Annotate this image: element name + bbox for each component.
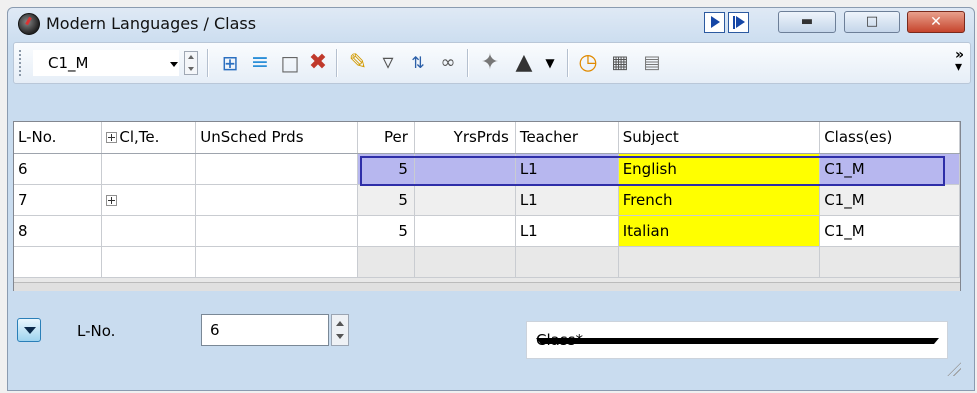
col-header-classes[interactable]: Class(es) bbox=[819, 122, 960, 154]
cell-empty[interactable] bbox=[357, 246, 415, 278]
lno-label: L-No. bbox=[77, 322, 116, 340]
col-header-yrsprds[interactable]: YrsPrds bbox=[414, 122, 516, 154]
cell-clte[interactable] bbox=[101, 153, 197, 185]
graduation-cap-icon[interactable]: ▲ bbox=[510, 49, 538, 77]
cell-empty[interactable] bbox=[414, 246, 516, 278]
col-header-lno[interactable]: L-No. bbox=[14, 122, 103, 154]
cell-empty[interactable] bbox=[195, 246, 359, 278]
cell-empty[interactable] bbox=[14, 246, 103, 278]
cell-empty[interactable] bbox=[101, 246, 197, 278]
expand-icon[interactable] bbox=[106, 194, 118, 206]
cell-unsched[interactable] bbox=[195, 184, 359, 216]
cell-empty[interactable] bbox=[819, 246, 960, 278]
cell-lno[interactable]: 8 bbox=[14, 215, 103, 247]
separator bbox=[467, 49, 469, 77]
separator bbox=[567, 49, 569, 77]
cell-clte[interactable] bbox=[101, 184, 197, 216]
cell-subject[interactable]: English bbox=[618, 153, 821, 185]
cell-teacher[interactable]: L1 bbox=[515, 153, 619, 185]
lno-field-value: 6 bbox=[210, 321, 220, 339]
clock-icon[interactable]: ◷ bbox=[574, 49, 602, 77]
last-icon[interactable] bbox=[728, 12, 749, 33]
cell-classes[interactable]: C1_M bbox=[819, 184, 960, 216]
horizontal-scrollbar[interactable] bbox=[14, 282, 960, 291]
cell-yrsprds[interactable] bbox=[414, 153, 516, 185]
lesson-list-icon[interactable]: ≡ bbox=[246, 49, 274, 77]
filter-icon[interactable]: ▿ bbox=[374, 49, 402, 77]
app-clock-icon bbox=[18, 13, 40, 35]
delete-icon[interactable]: ✖ bbox=[304, 49, 332, 77]
separator bbox=[207, 49, 209, 77]
cell-per[interactable]: 5 bbox=[357, 215, 415, 247]
toolbar-grip[interactable] bbox=[19, 50, 24, 76]
cell-teacher[interactable]: L1 bbox=[515, 184, 619, 216]
cell-clte[interactable] bbox=[101, 215, 197, 247]
chevron-down-icon bbox=[536, 338, 939, 344]
minimize-button[interactable]: ▬ bbox=[778, 11, 836, 33]
maximize-button[interactable]: □ bbox=[844, 11, 900, 33]
table-row[interactable]: 6 5 L1 English C1_M bbox=[14, 153, 960, 185]
cell-classes[interactable]: C1_M bbox=[819, 215, 960, 247]
resize-grip-icon[interactable] bbox=[947, 362, 961, 376]
table-row-new[interactable] bbox=[14, 246, 960, 278]
edit-pencil-icon[interactable]: ✎ bbox=[344, 49, 372, 77]
cell-per[interactable]: 5 bbox=[357, 153, 415, 185]
chevron-down-icon bbox=[170, 62, 178, 67]
table-row[interactable]: 7 5 L1 French C1_M bbox=[14, 184, 960, 216]
class-stepper[interactable] bbox=[184, 51, 198, 75]
cell-lno[interactable]: 7 bbox=[14, 184, 103, 216]
rocket-icon[interactable]: ✦ bbox=[476, 49, 504, 77]
cell-subject[interactable]: French bbox=[618, 184, 821, 216]
cell-empty[interactable] bbox=[618, 246, 821, 278]
lessons-table: L-No. Cl,Te. UnSched Prds Per YrsPrds Te… bbox=[14, 122, 960, 278]
lno-field[interactable]: 6 bbox=[201, 314, 329, 346]
cell-yrsprds[interactable] bbox=[414, 184, 516, 216]
col-header-unsched[interactable]: UnSched Prds bbox=[195, 122, 359, 154]
toolbar-overflow-icon[interactable]: » ▾ bbox=[955, 48, 964, 74]
class-select-value: C1_M bbox=[48, 54, 89, 72]
col-header-clte[interactable]: Cl,Te. bbox=[101, 122, 197, 154]
link-icon[interactable]: ∞ bbox=[434, 49, 462, 77]
calendar-icon[interactable]: ▦ bbox=[606, 49, 634, 77]
lesson-add-icon[interactable]: ⊞ bbox=[216, 49, 244, 77]
title-bar[interactable]: Modern Languages / Class ▬ □ ✕ bbox=[8, 8, 974, 40]
next-icon[interactable] bbox=[704, 12, 725, 33]
table-icon[interactable]: ▤ bbox=[638, 49, 666, 77]
sort-icon[interactable]: ⇅ bbox=[404, 49, 432, 77]
cell-subject[interactable]: Italian bbox=[618, 215, 821, 247]
col-header-subject[interactable]: Subject bbox=[618, 122, 821, 154]
lessons-grid: L-No. Cl,Te. UnSched Prds Per YrsPrds Te… bbox=[13, 121, 961, 291]
separator bbox=[336, 49, 338, 77]
cell-lno[interactable]: 6 bbox=[14, 153, 103, 185]
cell-per[interactable]: 5 bbox=[357, 184, 415, 216]
cell-teacher[interactable]: L1 bbox=[515, 215, 619, 247]
new-lesson-icon[interactable]: □ bbox=[276, 49, 304, 77]
col-header-per[interactable]: Per bbox=[357, 122, 415, 154]
lno-stepper[interactable] bbox=[331, 314, 349, 346]
cell-classes[interactable]: C1_M bbox=[819, 153, 960, 185]
cell-yrsprds[interactable] bbox=[414, 215, 516, 247]
collapse-panel-button[interactable] bbox=[17, 318, 41, 342]
class-select[interactable]: C1_M bbox=[33, 50, 179, 76]
window-title: Modern Languages / Class bbox=[46, 14, 257, 33]
col-header-clte-label: Cl,Te. bbox=[119, 128, 160, 147]
col-header-teacher[interactable]: Teacher bbox=[515, 122, 619, 154]
expand-icon[interactable] bbox=[106, 132, 118, 144]
cell-unsched[interactable] bbox=[195, 153, 359, 185]
cell-empty[interactable] bbox=[515, 246, 619, 278]
view-select[interactable]: Class* bbox=[526, 321, 948, 359]
table-row[interactable]: 8 5 L1 Italian C1_M bbox=[14, 215, 960, 247]
close-button[interactable]: ✕ bbox=[907, 11, 965, 33]
toolbar: C1_M ⊞ ≡ □ ✖ ✎ ▿ ⇅ ∞ ✦ ▲ ▼ ◷ ▦ ▤ » ▾ bbox=[13, 42, 971, 84]
chevron-down-icon[interactable]: ▼ bbox=[536, 49, 564, 77]
table-header-row: L-No. Cl,Te. UnSched Prds Per YrsPrds Te… bbox=[14, 122, 960, 154]
detail-panel: L-No. 6 Class* bbox=[5, 298, 963, 378]
cell-unsched[interactable] bbox=[195, 215, 359, 247]
